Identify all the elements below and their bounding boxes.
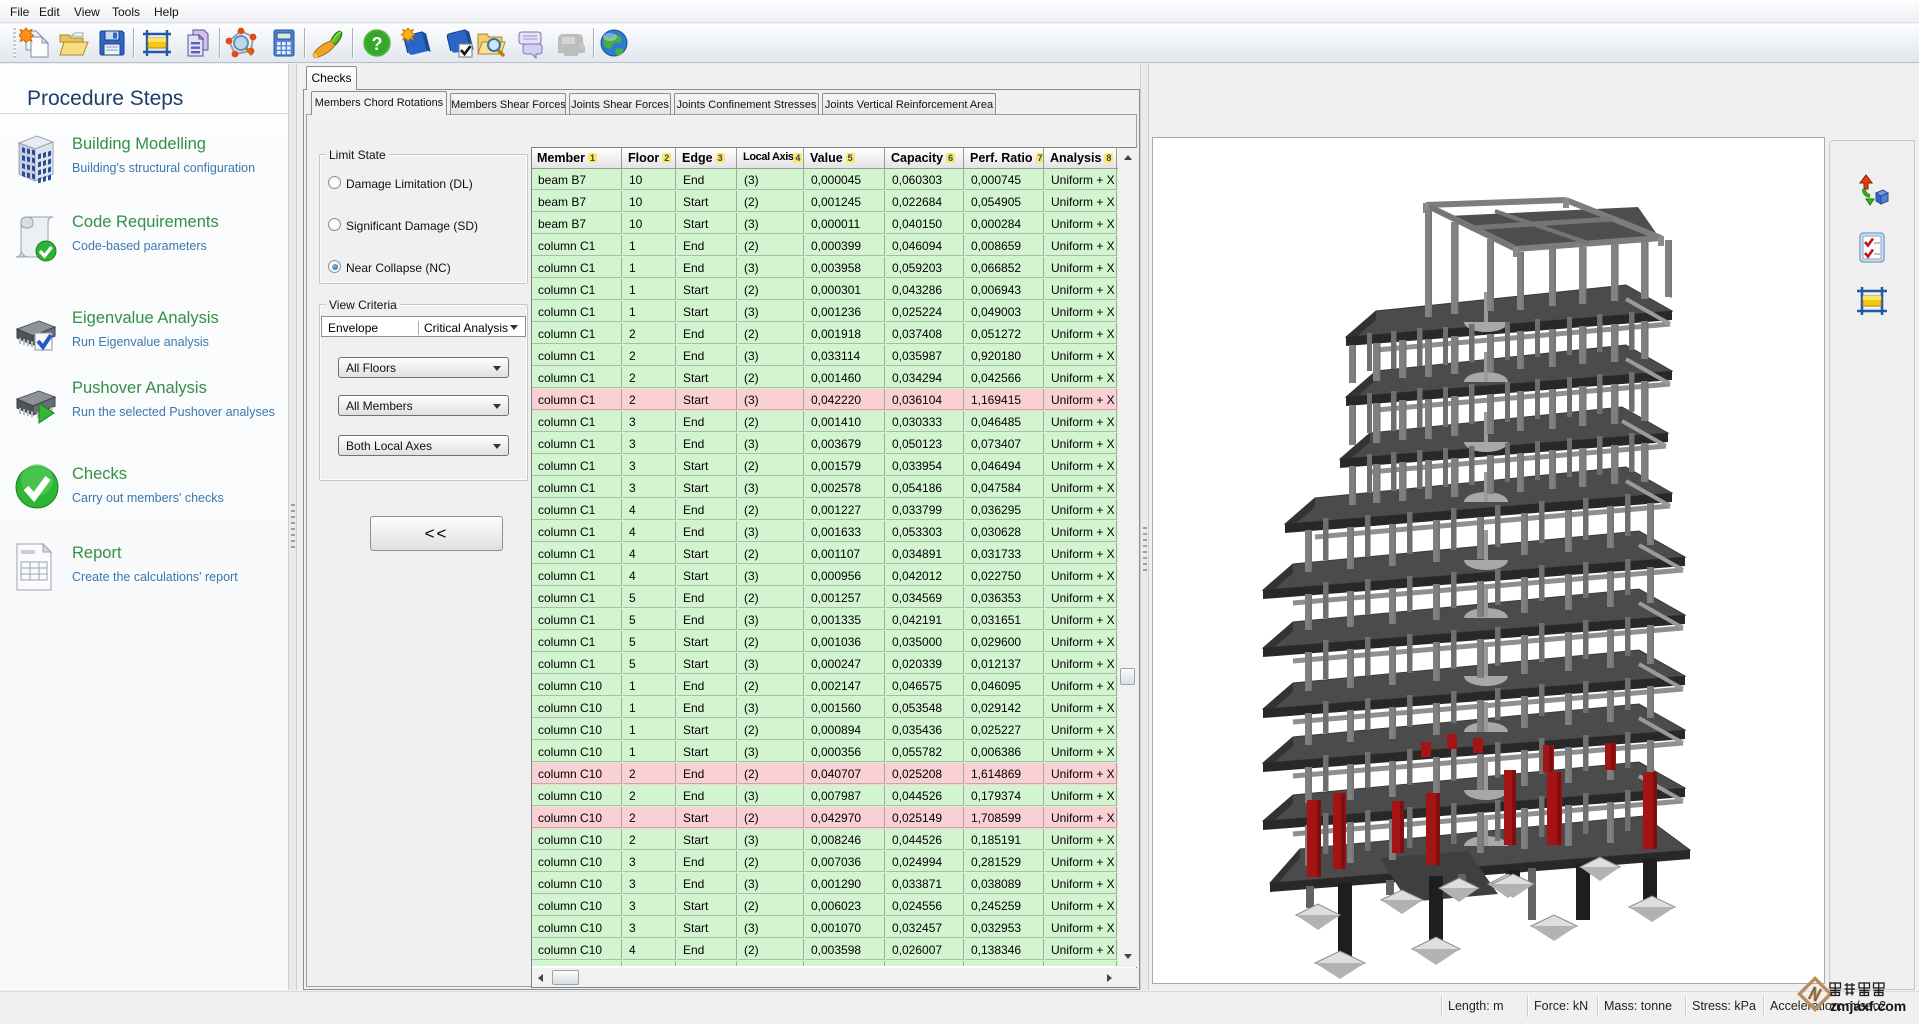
svg-text:zmjaxf.com: zmjaxf.com bbox=[1830, 998, 1906, 1014]
svg-text:?: ? bbox=[372, 34, 383, 54]
